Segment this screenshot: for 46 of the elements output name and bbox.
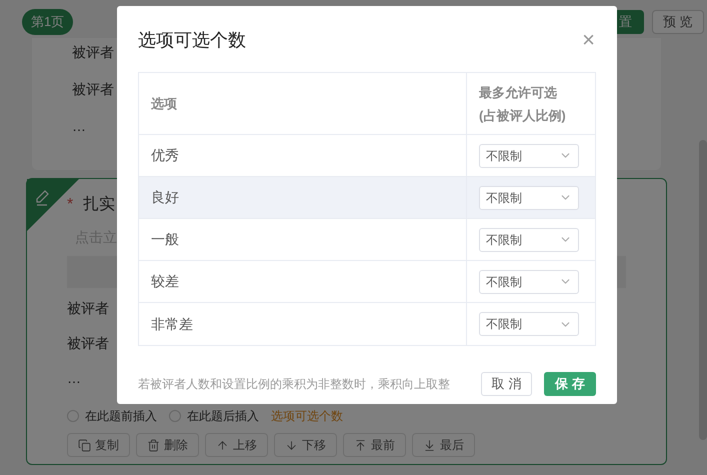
save-button[interactable]: 保 存 <box>544 372 596 396</box>
toolbar-button[interactable]: 预 览 <box>652 10 704 34</box>
respondent-label: … <box>67 369 81 388</box>
column-header: 选项 <box>139 73 467 134</box>
edit-corner-icon[interactable] <box>27 179 79 231</box>
cancel-button[interactable]: 取 消 <box>481 372 532 396</box>
option-name: 一般 <box>151 230 179 249</box>
respondent-label: 被评者 <box>67 299 109 318</box>
arrow-down-icon <box>285 438 298 452</box>
copy-icon <box>78 438 91 452</box>
limit-select[interactable]: 不限制 <box>479 186 579 210</box>
limit-select[interactable]: 不限制 <box>479 144 579 168</box>
action-button[interactable]: 上移 <box>205 433 268 457</box>
action-button[interactable]: 复制 <box>67 433 130 457</box>
radio-button[interactable] <box>67 410 79 422</box>
limit-select[interactable]: 不限制 <box>479 270 579 294</box>
respondent-label: 被评者 <box>67 334 109 353</box>
arrow-up-icon <box>216 438 229 452</box>
option-limit-link[interactable]: 选项可选个数 <box>271 407 343 425</box>
respondent-label: 被评者 <box>72 43 114 62</box>
action-button[interactable]: 下移 <box>274 433 337 457</box>
rounding-note: 若被评者人数和设置比例的乘积为非整数时，乘积向上取整 <box>138 376 450 393</box>
page-tab[interactable]: 第1页 <box>22 9 74 35</box>
option-name: 良好 <box>151 188 179 207</box>
dialog-title: 选项可选个数 <box>138 28 246 52</box>
action-button[interactable]: 最前 <box>343 433 406 457</box>
respondent-label: 被评者 <box>72 80 114 99</box>
close-button[interactable]: × <box>582 29 596 51</box>
limit-select[interactable]: 不限制 <box>479 228 579 252</box>
option-name: 非常差 <box>151 314 193 334</box>
option-name: 优秀 <box>151 146 179 165</box>
respondent-label: … <box>72 117 86 136</box>
radio-button[interactable] <box>169 410 181 422</box>
trash-icon <box>147 438 160 452</box>
required-mark: * <box>67 195 74 215</box>
action-button[interactable]: 删除 <box>136 433 199 457</box>
action-button[interactable]: 最后 <box>412 433 475 457</box>
question-title: 扎实 <box>83 194 116 215</box>
arrow-up-to-line-icon <box>354 438 367 452</box>
radio-label[interactable]: 在此题后插入 <box>187 407 259 425</box>
arrow-down-to-line-icon <box>423 438 436 452</box>
column-header: 最多允许可选 (占被评人比例) <box>478 84 567 125</box>
option-name: 较差 <box>151 272 179 291</box>
limit-select[interactable]: 不限制 <box>479 312 579 336</box>
toolbar-button[interactable]: 置 <box>617 10 644 34</box>
radio-label[interactable]: 在此题前插入 <box>85 407 157 425</box>
